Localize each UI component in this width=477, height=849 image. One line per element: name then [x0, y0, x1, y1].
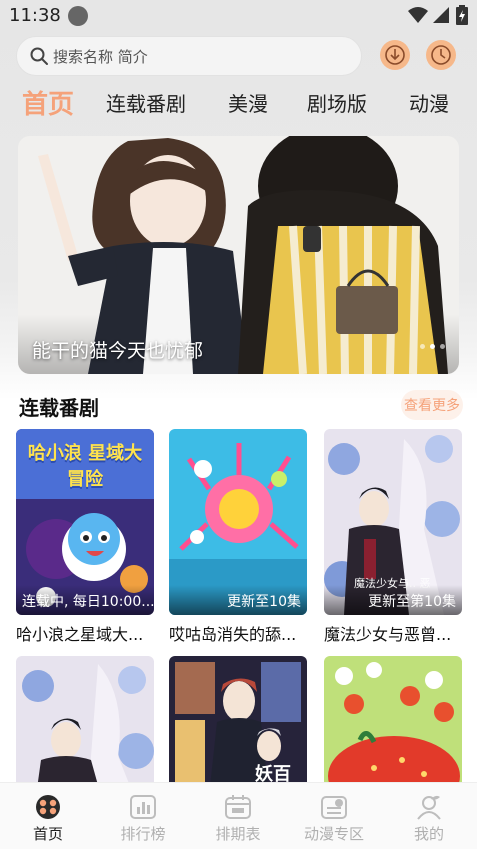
nav-label: 排期表 [215, 825, 261, 843]
nav-label: 首页 [32, 825, 63, 843]
nav-label: 我的 [413, 825, 444, 843]
battery-icon [456, 5, 468, 25]
tab-movies[interactable]: 剧场版 [307, 88, 367, 117]
card-status-badge: 连载中, 每日10:00... [16, 585, 154, 615]
profile-icon [417, 795, 441, 820]
tab-home[interactable]: 首页 [22, 84, 74, 121]
tab-anime[interactable]: 动漫 [409, 88, 449, 117]
search-bar[interactable]: 搜索名称 简介 [16, 36, 362, 76]
search-icon [30, 47, 48, 65]
nav-anime-zone[interactable]: 动漫专区 [294, 793, 374, 844]
status-time: 11:38 [9, 5, 61, 26]
anime-cover: 更新至10集 [169, 429, 307, 615]
anime-card[interactable]: 更新至10集 哎咕岛消失的舔... [169, 429, 307, 645]
tab-serial[interactable]: 连载番剧 [106, 88, 186, 117]
carousel-dot [430, 344, 435, 349]
notification-dot-icon [68, 6, 88, 26]
carousel-dot [420, 344, 425, 349]
nav-home[interactable]: 首页 [8, 793, 88, 844]
anime-card[interactable]: 妖百 [169, 656, 307, 802]
signal-icon [433, 7, 449, 23]
tab-american-comics[interactable]: 美漫 [228, 88, 268, 117]
nav-ranking[interactable]: 排行榜 [103, 793, 183, 844]
carousel-indicator [420, 344, 445, 349]
wifi-icon [408, 7, 428, 23]
banner-title: 能干的猫今天也忧郁 [32, 340, 204, 362]
anime-cover: 哈小浪 星域大冒险 连载中, 每日10:00... [16, 429, 154, 615]
nav-schedule[interactable]: 排期表 [198, 793, 278, 844]
card-title: 魔法少女与恶曾... [324, 625, 452, 644]
anime-card[interactable]: 魔法少女与.. 恶 更新至第10集 魔法少女与恶曾... [324, 429, 462, 645]
history-button[interactable] [426, 40, 456, 70]
anime-cover: 妖百 [169, 656, 307, 796]
card-status-badge: 更新至10集 [169, 585, 307, 615]
bottom-navigation: 首页 排行榜 排期表 动漫专区 我的 [0, 782, 477, 849]
search-placeholder: 搜索名称 简介 [53, 47, 148, 66]
nav-label: 动漫专区 [303, 825, 364, 843]
cover-title-text: 哈小浪 星域大冒险 [27, 443, 143, 490]
home-icon [36, 795, 60, 819]
download-icon [385, 45, 405, 65]
anime-cover [16, 656, 154, 796]
anime-card[interactable] [324, 656, 462, 802]
anime-card[interactable] [16, 656, 154, 802]
section-title: 连载番剧 [19, 396, 99, 420]
card-status-badge: 更新至第10集 [324, 585, 462, 615]
card-title: 哎咕岛消失的舔... [169, 625, 297, 644]
nav-label: 排行榜 [120, 825, 166, 843]
anime-zone-icon [321, 796, 347, 819]
carousel-dot [440, 344, 445, 349]
ranking-icon [130, 795, 156, 819]
clock-icon [431, 45, 451, 65]
status-bar: 11:38 [0, 0, 477, 34]
anime-card[interactable]: 哈小浪 星域大冒险 连载中, 每日10:00... 哈小浪之星域大... [16, 429, 154, 645]
category-tabs: 首页 连载番剧 美漫 剧场版 动漫 [0, 82, 477, 126]
view-more-button[interactable]: 查看更多 [401, 390, 463, 420]
anime-cover [324, 656, 462, 796]
calendar-icon [225, 795, 251, 819]
nav-profile[interactable]: 我的 [389, 793, 469, 844]
card-title: 哈小浪之星域大... [16, 625, 144, 644]
download-button[interactable] [380, 40, 410, 70]
anime-cover: 魔法少女与.. 恶 更新至第10集 [324, 429, 462, 615]
banner-carousel[interactable]: 能干的猫今天也忧郁 [18, 136, 459, 374]
